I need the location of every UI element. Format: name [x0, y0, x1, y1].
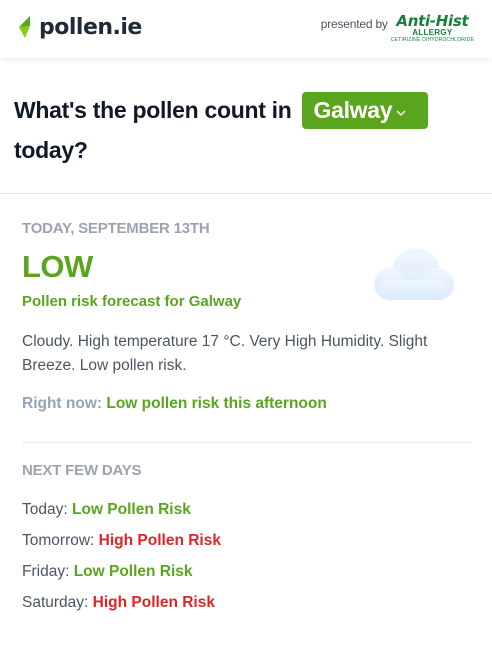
day-row: Tomorrow: High Pollen Risk	[22, 532, 472, 550]
day-row: Saturday: High Pollen Risk	[22, 594, 472, 612]
day-risk: Low Pollen Risk	[73, 563, 193, 580]
location-select[interactable]: Galway	[301, 92, 428, 129]
day-risk: High Pollen Risk	[98, 532, 221, 549]
logo-text: pollen.ie	[39, 14, 142, 40]
day-name: Today:	[22, 501, 68, 518]
forecast-divider	[22, 442, 472, 443]
sponsor-brand-name: Anti-Hist	[396, 12, 469, 30]
cloud-icon	[374, 248, 454, 300]
question-suffix: today?	[14, 137, 88, 163]
location-question: What's the pollen count in Galway today?	[0, 58, 492, 163]
pollen-logo[interactable]: pollen.ie	[16, 14, 142, 40]
sponsor[interactable]: presented by Anti-Hist ALLERGY CETIRIZIN…	[321, 14, 474, 44]
forecast-description: Cloudy. High temperature 17 °C. Very Hig…	[22, 333, 428, 374]
next-days-title: NEXT FEW DAYS	[22, 462, 142, 479]
day-name: Tomorrow:	[22, 532, 95, 549]
right-now-value: Low pollen risk this afternoon	[106, 395, 327, 412]
leaf-logo-icon	[19, 16, 30, 38]
sponsor-logo: Anti-Hist ALLERGY CETIRIZINE DIHYDROCHLO…	[391, 14, 474, 44]
sponsor-brand-sub: ALLERGY	[412, 28, 453, 37]
presented-by-label: presented by	[320, 17, 388, 31]
day-name: Friday:	[22, 563, 70, 580]
day-risk: Low Pollen Risk	[71, 501, 191, 518]
forecast-date: TODAY, SEPTEMBER 13TH	[22, 220, 210, 237]
chevron-down-icon	[396, 110, 406, 116]
location-value: Galway	[313, 97, 393, 123]
day-row: Today: Low Pollen Risk	[22, 501, 472, 519]
section-divider	[0, 193, 492, 194]
day-risk: High Pollen Risk	[92, 594, 215, 611]
question-prefix: What's the pollen count in	[14, 97, 292, 123]
site-header: pollen.ie presented by Anti-Hist ALLERGY…	[0, 0, 492, 58]
today-forecast: TODAY, SEPTEMBER 13TH LOW Pollen risk fo…	[22, 220, 472, 413]
next-few-days: NEXT FEW DAYS Today: Low Pollen Risk Tom…	[22, 462, 472, 612]
right-now: Right now: Low pollen risk this afternoo…	[22, 395, 472, 413]
day-name: Saturday:	[22, 594, 89, 611]
day-row: Friday: Low Pollen Risk	[22, 563, 472, 581]
sponsor-brand-tag: CETIRIZINE DIHYDROCHLORIDE	[390, 37, 474, 43]
right-now-label: Right now:	[22, 395, 103, 412]
